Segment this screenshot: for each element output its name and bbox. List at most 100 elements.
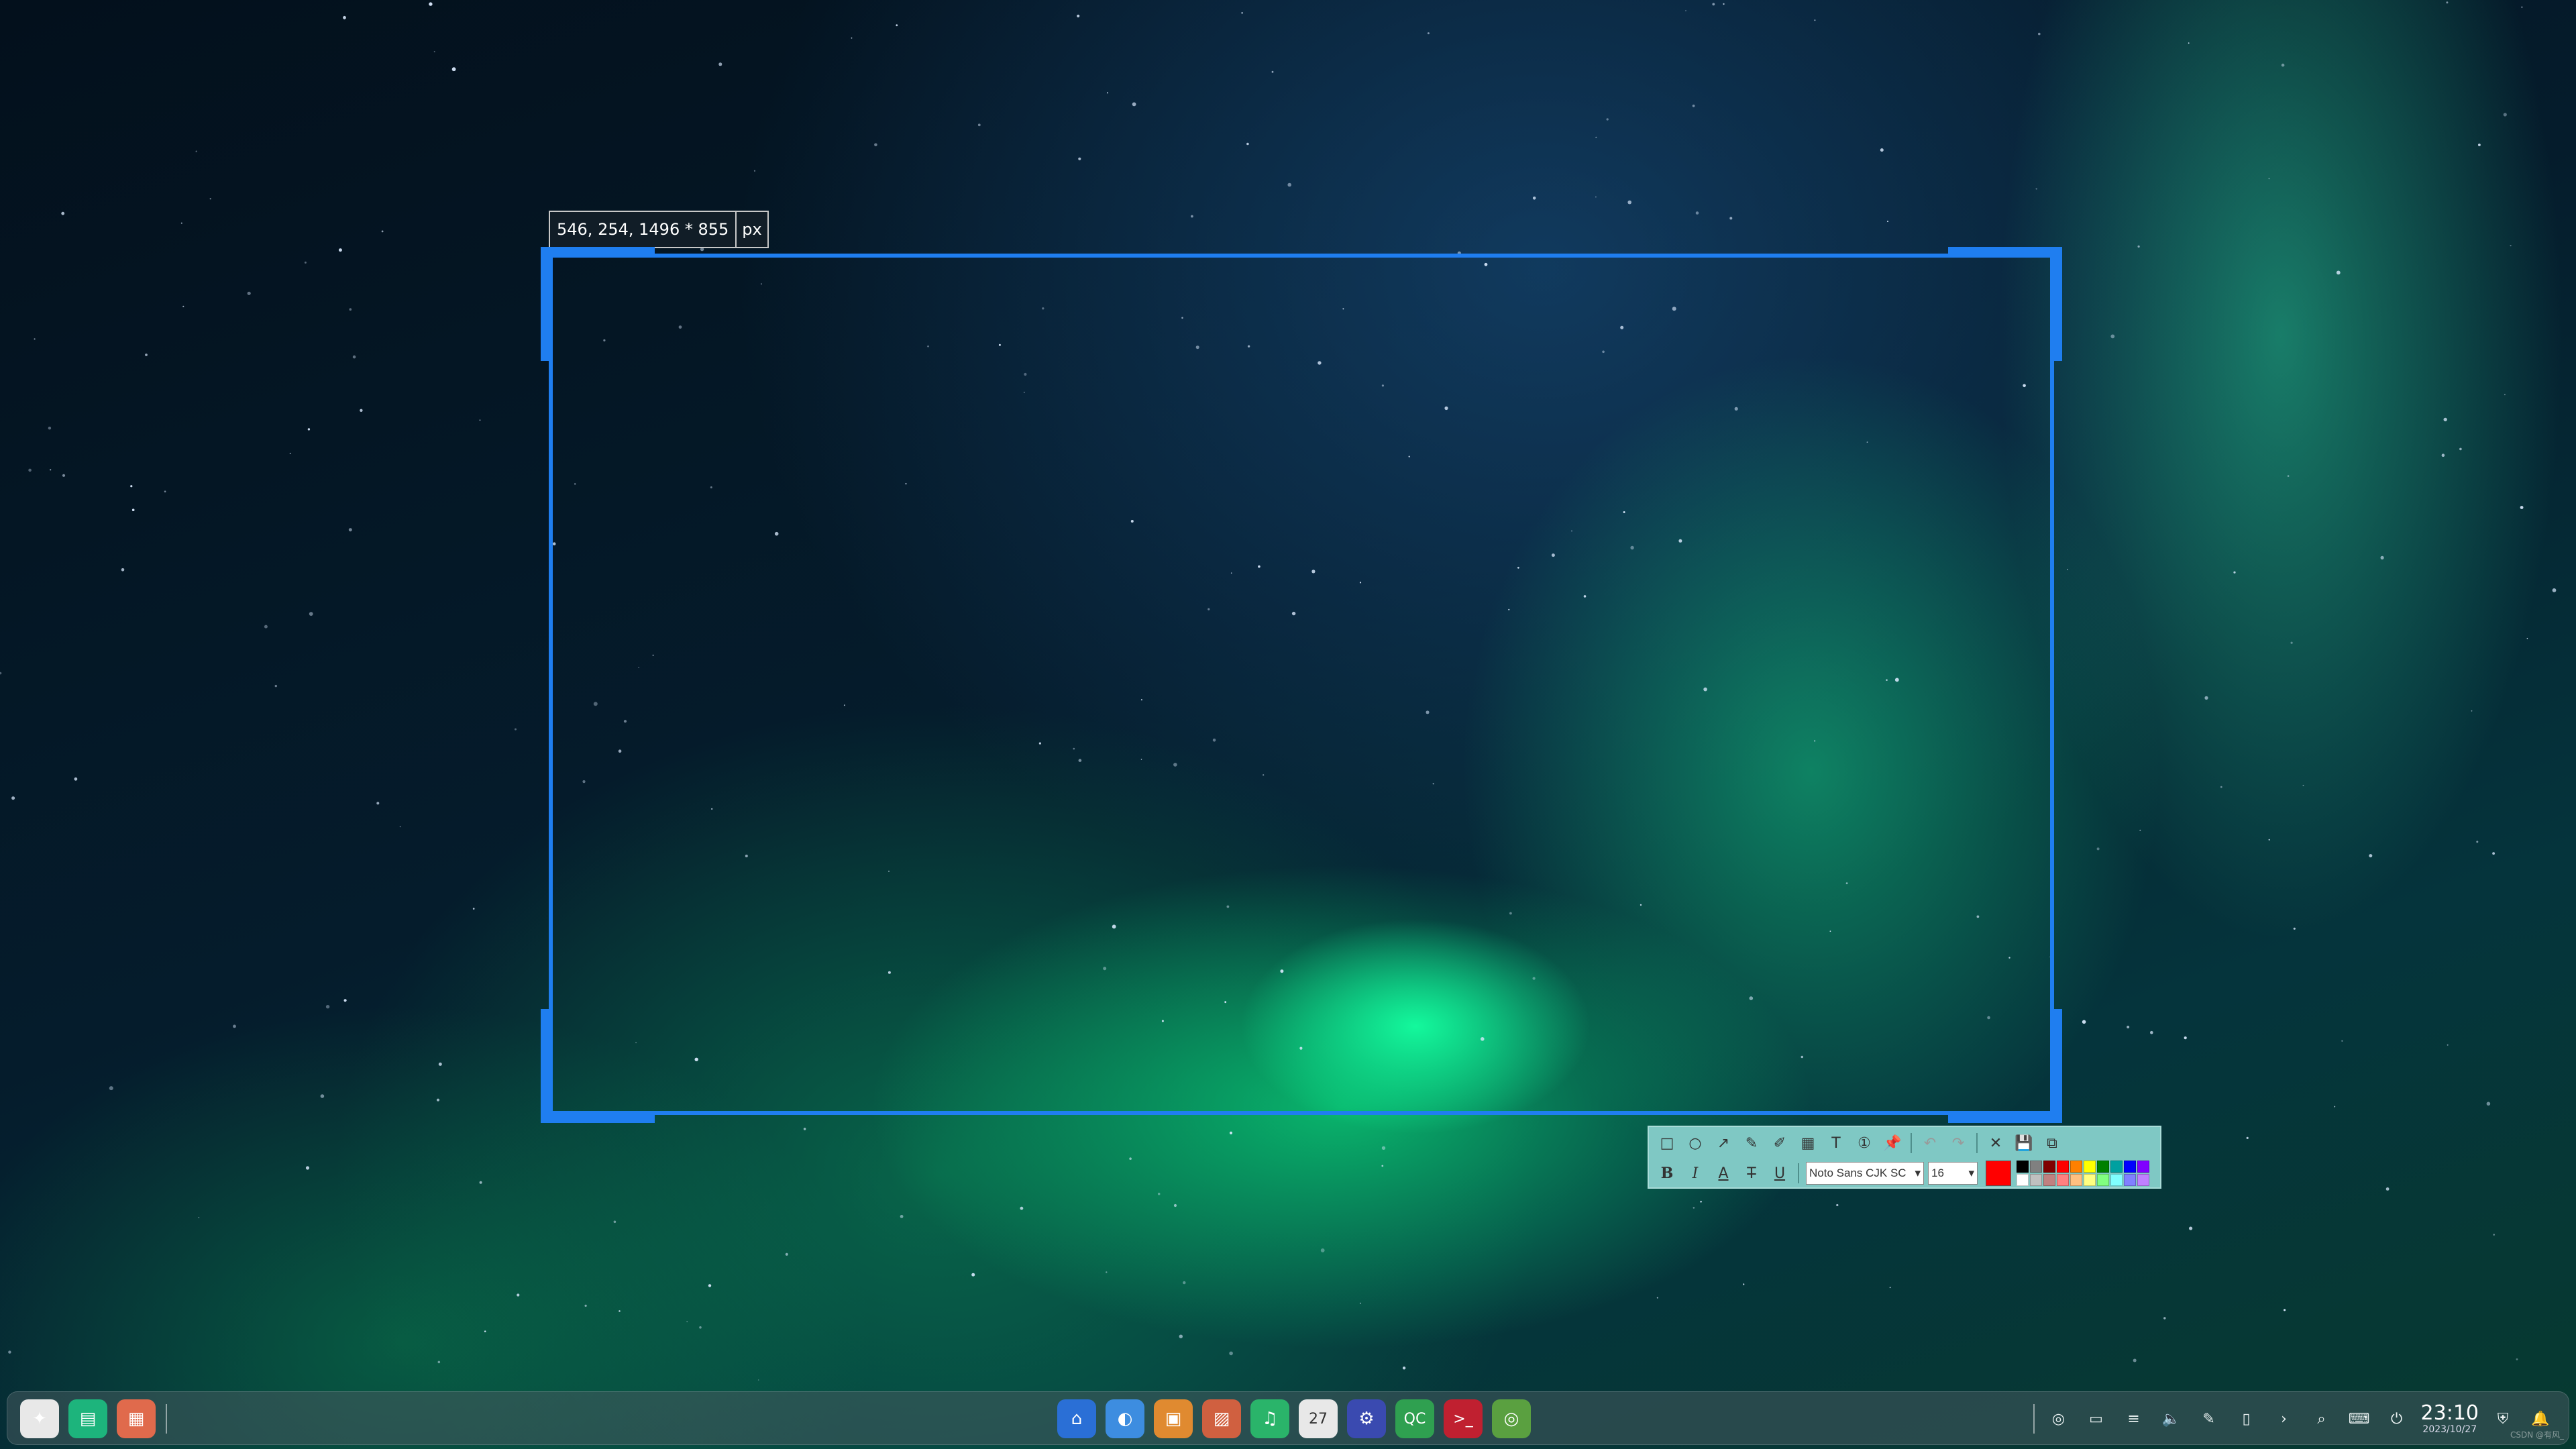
tray-menu[interactable]: ≡ bbox=[2118, 1403, 2149, 1434]
color-swatch[interactable] bbox=[2124, 1161, 2136, 1173]
selection-handle-top-right-h[interactable] bbox=[1948, 247, 2062, 256]
color-swatch[interactable] bbox=[2057, 1174, 2069, 1186]
close-button[interactable]: ✕ bbox=[1983, 1130, 2008, 1156]
tray-power[interactable]: ⏻ bbox=[2381, 1403, 2412, 1434]
italic-button[interactable]: I bbox=[1682, 1161, 1708, 1186]
star bbox=[436, 1098, 440, 1102]
tray-screenshot[interactable]: ◎ bbox=[2043, 1403, 2074, 1434]
star bbox=[2268, 839, 2270, 841]
font-color-button[interactable]: A bbox=[1711, 1161, 1736, 1186]
multitasking-view[interactable]: ▤ bbox=[68, 1399, 107, 1438]
color-swatch[interactable] bbox=[2097, 1161, 2109, 1173]
color-swatch[interactable] bbox=[2043, 1161, 2055, 1173]
color-swatch[interactable] bbox=[2137, 1174, 2149, 1186]
star bbox=[2510, 245, 2512, 247]
pen-tool[interactable]: ✎ bbox=[1739, 1130, 1764, 1156]
redo-button[interactable]: ↷ bbox=[1945, 1130, 1971, 1156]
font-size-select[interactable]: 16 ▾ bbox=[1928, 1162, 1978, 1185]
pin-tool[interactable]: 📌 bbox=[1880, 1130, 1905, 1156]
color-swatch[interactable] bbox=[2110, 1161, 2123, 1173]
star bbox=[11, 796, 15, 800]
mosaic-tool[interactable]: ▦ bbox=[1795, 1130, 1821, 1156]
font-family-select[interactable]: Noto Sans CJK SC ▾ bbox=[1806, 1162, 1924, 1185]
color-swatch[interactable] bbox=[2084, 1161, 2096, 1173]
screenshot-app[interactable]: ◎ bbox=[1492, 1399, 1531, 1438]
calendar[interactable]: 27 bbox=[1299, 1399, 1338, 1438]
star bbox=[2476, 841, 2479, 843]
text-tool[interactable]: T bbox=[1823, 1130, 1849, 1156]
color-swatch[interactable] bbox=[2070, 1174, 2082, 1186]
star bbox=[2503, 113, 2507, 117]
star bbox=[2459, 447, 2462, 451]
color-swatch[interactable] bbox=[2124, 1174, 2136, 1186]
selection-handle-top-right-v[interactable] bbox=[2053, 247, 2062, 361]
color-swatch[interactable] bbox=[2070, 1161, 2082, 1173]
save-button[interactable]: 💾 bbox=[2011, 1130, 2037, 1156]
selection-handle-bottom-left-v[interactable] bbox=[541, 1009, 550, 1123]
calendar-icon: 27 bbox=[1309, 1410, 1328, 1428]
selection-handle-bottom-right-h[interactable] bbox=[1948, 1114, 2062, 1123]
clock[interactable]: 23:10 2023/10/27 bbox=[2421, 1403, 2479, 1436]
browser[interactable]: ◐ bbox=[1106, 1399, 1144, 1438]
star bbox=[2302, 784, 2304, 786]
star bbox=[2471, 710, 2473, 712]
star bbox=[2486, 1102, 2491, 1106]
tray-search[interactable]: ⌕ bbox=[2306, 1403, 2337, 1434]
color-swatch[interactable] bbox=[2084, 1174, 2096, 1186]
show-desktop[interactable]: ▦ bbox=[117, 1399, 156, 1438]
current-color-swatch[interactable] bbox=[1986, 1161, 2011, 1186]
rectangle-tool[interactable]: □ bbox=[1654, 1130, 1680, 1156]
color-swatch[interactable] bbox=[2043, 1174, 2055, 1186]
star bbox=[1183, 1281, 1186, 1285]
arrow-tool[interactable]: ↗ bbox=[1711, 1130, 1736, 1156]
underline-button[interactable]: U bbox=[1767, 1161, 1792, 1186]
selection-handle-bottom-right-v[interactable] bbox=[2053, 1009, 2062, 1123]
star bbox=[2287, 475, 2290, 477]
star bbox=[2552, 588, 2557, 592]
star bbox=[2441, 453, 2445, 457]
star bbox=[896, 24, 898, 27]
system-settings[interactable]: ⚙ bbox=[1347, 1399, 1386, 1438]
number-tool[interactable]: ① bbox=[1851, 1130, 1877, 1156]
terminal[interactable]: >_ bbox=[1444, 1399, 1483, 1438]
color-swatch[interactable] bbox=[2030, 1161, 2042, 1173]
color-swatch[interactable] bbox=[2137, 1161, 2149, 1173]
star bbox=[1381, 1146, 1386, 1150]
selection-handle-top-left-v[interactable] bbox=[541, 247, 550, 361]
selection-handle-bottom-left-h[interactable] bbox=[541, 1114, 655, 1123]
taskbar-divider bbox=[166, 1404, 167, 1434]
launcher[interactable]: ✦ bbox=[20, 1399, 59, 1438]
strikethrough-button[interactable]: T bbox=[1739, 1161, 1764, 1186]
marker-tool[interactable]: ✐ bbox=[1767, 1130, 1792, 1156]
color-swatch[interactable] bbox=[2057, 1161, 2069, 1173]
app-store[interactable]: ⌂ bbox=[1057, 1399, 1096, 1438]
star bbox=[360, 409, 363, 412]
tray-mouse[interactable]: ▯ bbox=[2231, 1403, 2262, 1434]
tray-display[interactable]: ▭ bbox=[2081, 1403, 2112, 1434]
image-viewer[interactable]: ▨ bbox=[1202, 1399, 1241, 1438]
selection-handle-top-left-h[interactable] bbox=[541, 247, 655, 256]
tray-expand[interactable]: › bbox=[2269, 1403, 2300, 1434]
qt-creator[interactable]: QC bbox=[1395, 1399, 1434, 1438]
pin-icon: 📌 bbox=[1883, 1134, 1902, 1152]
undo-button[interactable]: ↶ bbox=[1917, 1130, 1943, 1156]
screenshot-selection-area[interactable] bbox=[549, 254, 2054, 1115]
star bbox=[61, 211, 65, 215]
star bbox=[2150, 1030, 2153, 1034]
color-swatch[interactable] bbox=[2017, 1161, 2029, 1173]
music[interactable]: ♫ bbox=[1250, 1399, 1289, 1438]
bold-button[interactable]: B bbox=[1654, 1161, 1680, 1186]
color-swatch[interactable] bbox=[2030, 1174, 2042, 1186]
color-swatch[interactable] bbox=[2110, 1174, 2123, 1186]
copy-button[interactable]: ⧉ bbox=[2039, 1130, 2065, 1156]
color-swatch[interactable] bbox=[2017, 1174, 2029, 1186]
archive-manager[interactable]: ▣ bbox=[1154, 1399, 1193, 1438]
star bbox=[2521, 6, 2523, 8]
tray-pen[interactable]: ✎ bbox=[2194, 1403, 2224, 1434]
star bbox=[2336, 270, 2341, 275]
color-swatch[interactable] bbox=[2097, 1174, 2109, 1186]
ellipse-tool[interactable]: ○ bbox=[1682, 1130, 1708, 1156]
star bbox=[274, 684, 277, 688]
tray-volume[interactable]: 🔈 bbox=[2156, 1403, 2187, 1434]
tray-keyboard[interactable]: ⌨ bbox=[2344, 1403, 2375, 1434]
